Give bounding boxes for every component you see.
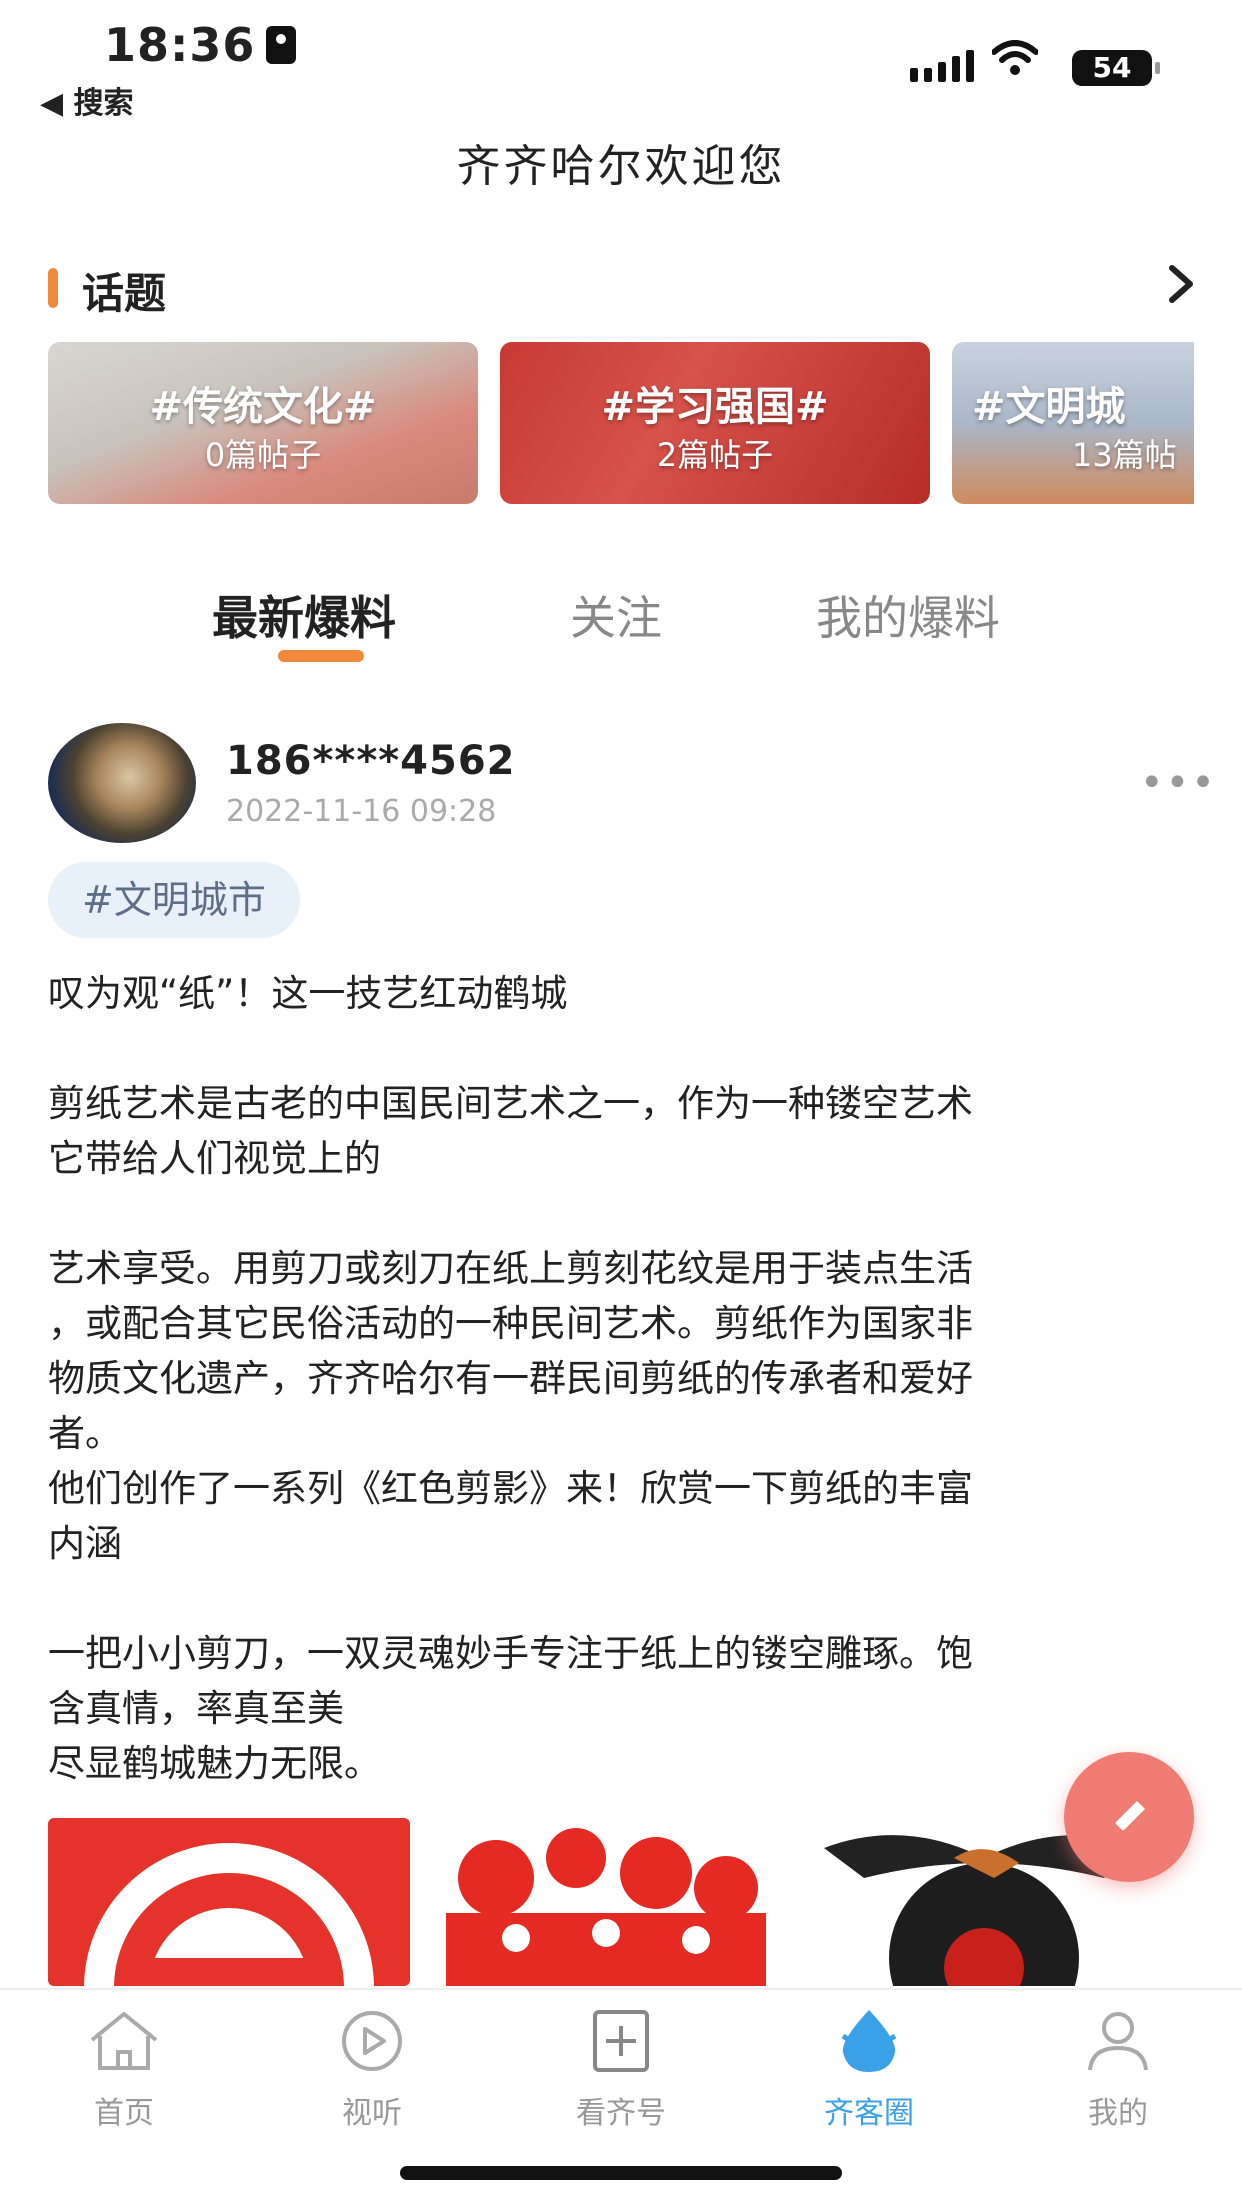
app-screen: 18:36 ◀ 搜索 54 齐齐哈尔欢迎您 话题 #传统文化# 0篇帖子 #学习… (0, 0, 1242, 2208)
post-line: 叹为观“纸”！这一技艺红动鹤城 (48, 972, 568, 1015)
status-bar: 18:36 ◀ 搜索 54 (0, 0, 1242, 125)
user-icon (1088, 2012, 1148, 2071)
nav-media[interactable]: 视听 (292, 2006, 452, 2132)
nav-label: 看齐号 (576, 2096, 666, 2131)
wifi-icon (991, 40, 1039, 86)
topic-section-header: 话题 (48, 260, 1198, 320)
tab-follow[interactable]: 关注 (570, 582, 662, 648)
status-time: 18:36 (104, 18, 256, 72)
home-icon (90, 2012, 158, 2070)
signal-icon (910, 50, 974, 82)
compose-button[interactable] (1064, 1752, 1194, 1882)
add-box-icon (593, 2010, 649, 2072)
sim-icon (266, 26, 296, 64)
topic-card-count: 0篇帖子 (204, 436, 322, 474)
nav-label: 首页 (94, 2096, 154, 2131)
avatar[interactable] (48, 723, 196, 843)
nav-label: 我的 (1088, 2096, 1148, 2131)
post-line: 内涵 (48, 1522, 122, 1565)
nav-mine[interactable]: 我的 (1038, 2006, 1198, 2132)
play-icon (342, 2011, 402, 2071)
post-line: 物质文化遗产，齐齐哈尔有一群民间剪纸的传承者和爱好 (48, 1357, 973, 1400)
page-title: 齐齐哈尔欢迎您 (456, 141, 786, 192)
topic-card-name: #传统文化# (149, 384, 377, 430)
post-line: ，或配合其它民俗活动的一种民间艺术。剪纸作为国家非 (48, 1302, 973, 1345)
post-line (48, 1571, 1198, 1626)
chevron-right-icon[interactable] (1166, 260, 1198, 320)
active-tab-indicator (278, 650, 364, 662)
more-options-icon[interactable]: ••• (1140, 760, 1217, 806)
topic-carousel[interactable]: #传统文化# 0篇帖子 #学习强国# 2篇帖子 #文明城 13篇帖 (48, 342, 1194, 504)
post-line: 它带给人们视觉上的 (48, 1137, 381, 1180)
nav-home[interactable]: 首页 (44, 2006, 204, 2132)
post-line: 剪纸艺术是古老的中国民间艺术之一，作为一种镂空艺术 (48, 1082, 973, 1125)
home-indicator[interactable] (400, 2166, 842, 2180)
droplet-icon (841, 2010, 897, 2072)
topic-card[interactable]: #文明城 13篇帖 (952, 342, 1194, 504)
tab-latest[interactable]: 最新爆料 (212, 582, 396, 648)
post-username[interactable]: 186****4562 (226, 738, 516, 784)
post-topic-tag[interactable]: #文明城市 (48, 862, 300, 938)
feed-tabs: 最新爆料 关注 我的爆料 (0, 582, 1242, 672)
topic-card-count: 2篇帖子 (656, 436, 774, 474)
post-line: 他们创作了一系列《红色剪影》来！欣赏一下剪纸的丰富 (48, 1467, 973, 1510)
post-content: 叹为观“纸”！这一技艺红动鹤城 剪纸艺术是古老的中国民间艺术之一，作为一种镂空艺… (48, 966, 1198, 1791)
topic-accent-bar (48, 268, 58, 308)
post-line: 艺术享受。用剪刀或刻刀在纸上剪刻花纹是用于装点生活 (48, 1247, 973, 1290)
pencil-icon (1113, 1801, 1145, 1833)
topic-card[interactable]: #传统文化# 0篇帖子 (48, 342, 478, 504)
back-to-search-link[interactable]: ◀ 搜索 (40, 78, 134, 122)
post-line: 尽显鹤城魅力无限。 (48, 1742, 381, 1785)
post-line (48, 1186, 1198, 1241)
topic-card-name: #文明城 (972, 384, 1126, 430)
nav-label: 视听 (342, 2096, 402, 2131)
topic-card-name: #学习强国# (601, 384, 829, 430)
post-line (48, 1021, 1198, 1076)
post-line: 一把小小剪刀，一双灵魂妙手专注于纸上的镂空雕琢。饱 (48, 1632, 973, 1675)
topic-heading: 话题 (82, 269, 167, 318)
nav-kanqi[interactable]: 看齐号 (541, 2006, 701, 2132)
post-image[interactable] (48, 1818, 410, 1986)
tab-my-reports[interactable]: 我的爆料 (816, 582, 1000, 648)
post-timestamp: 2022-11-16 09:28 (226, 794, 497, 829)
topic-card-count: 13篇帖 (1072, 436, 1177, 474)
topic-card[interactable]: #学习强国# 2篇帖子 (500, 342, 930, 504)
nav-qike[interactable]: 齐客圈 (789, 2006, 949, 2132)
nav-label: 齐客圈 (824, 2096, 914, 2131)
post-line: 含真情，率真至美 (48, 1687, 344, 1730)
post-image[interactable] (426, 1818, 788, 1986)
post-line: 者。 (48, 1412, 122, 1455)
battery-icon: 54 (1072, 50, 1160, 86)
